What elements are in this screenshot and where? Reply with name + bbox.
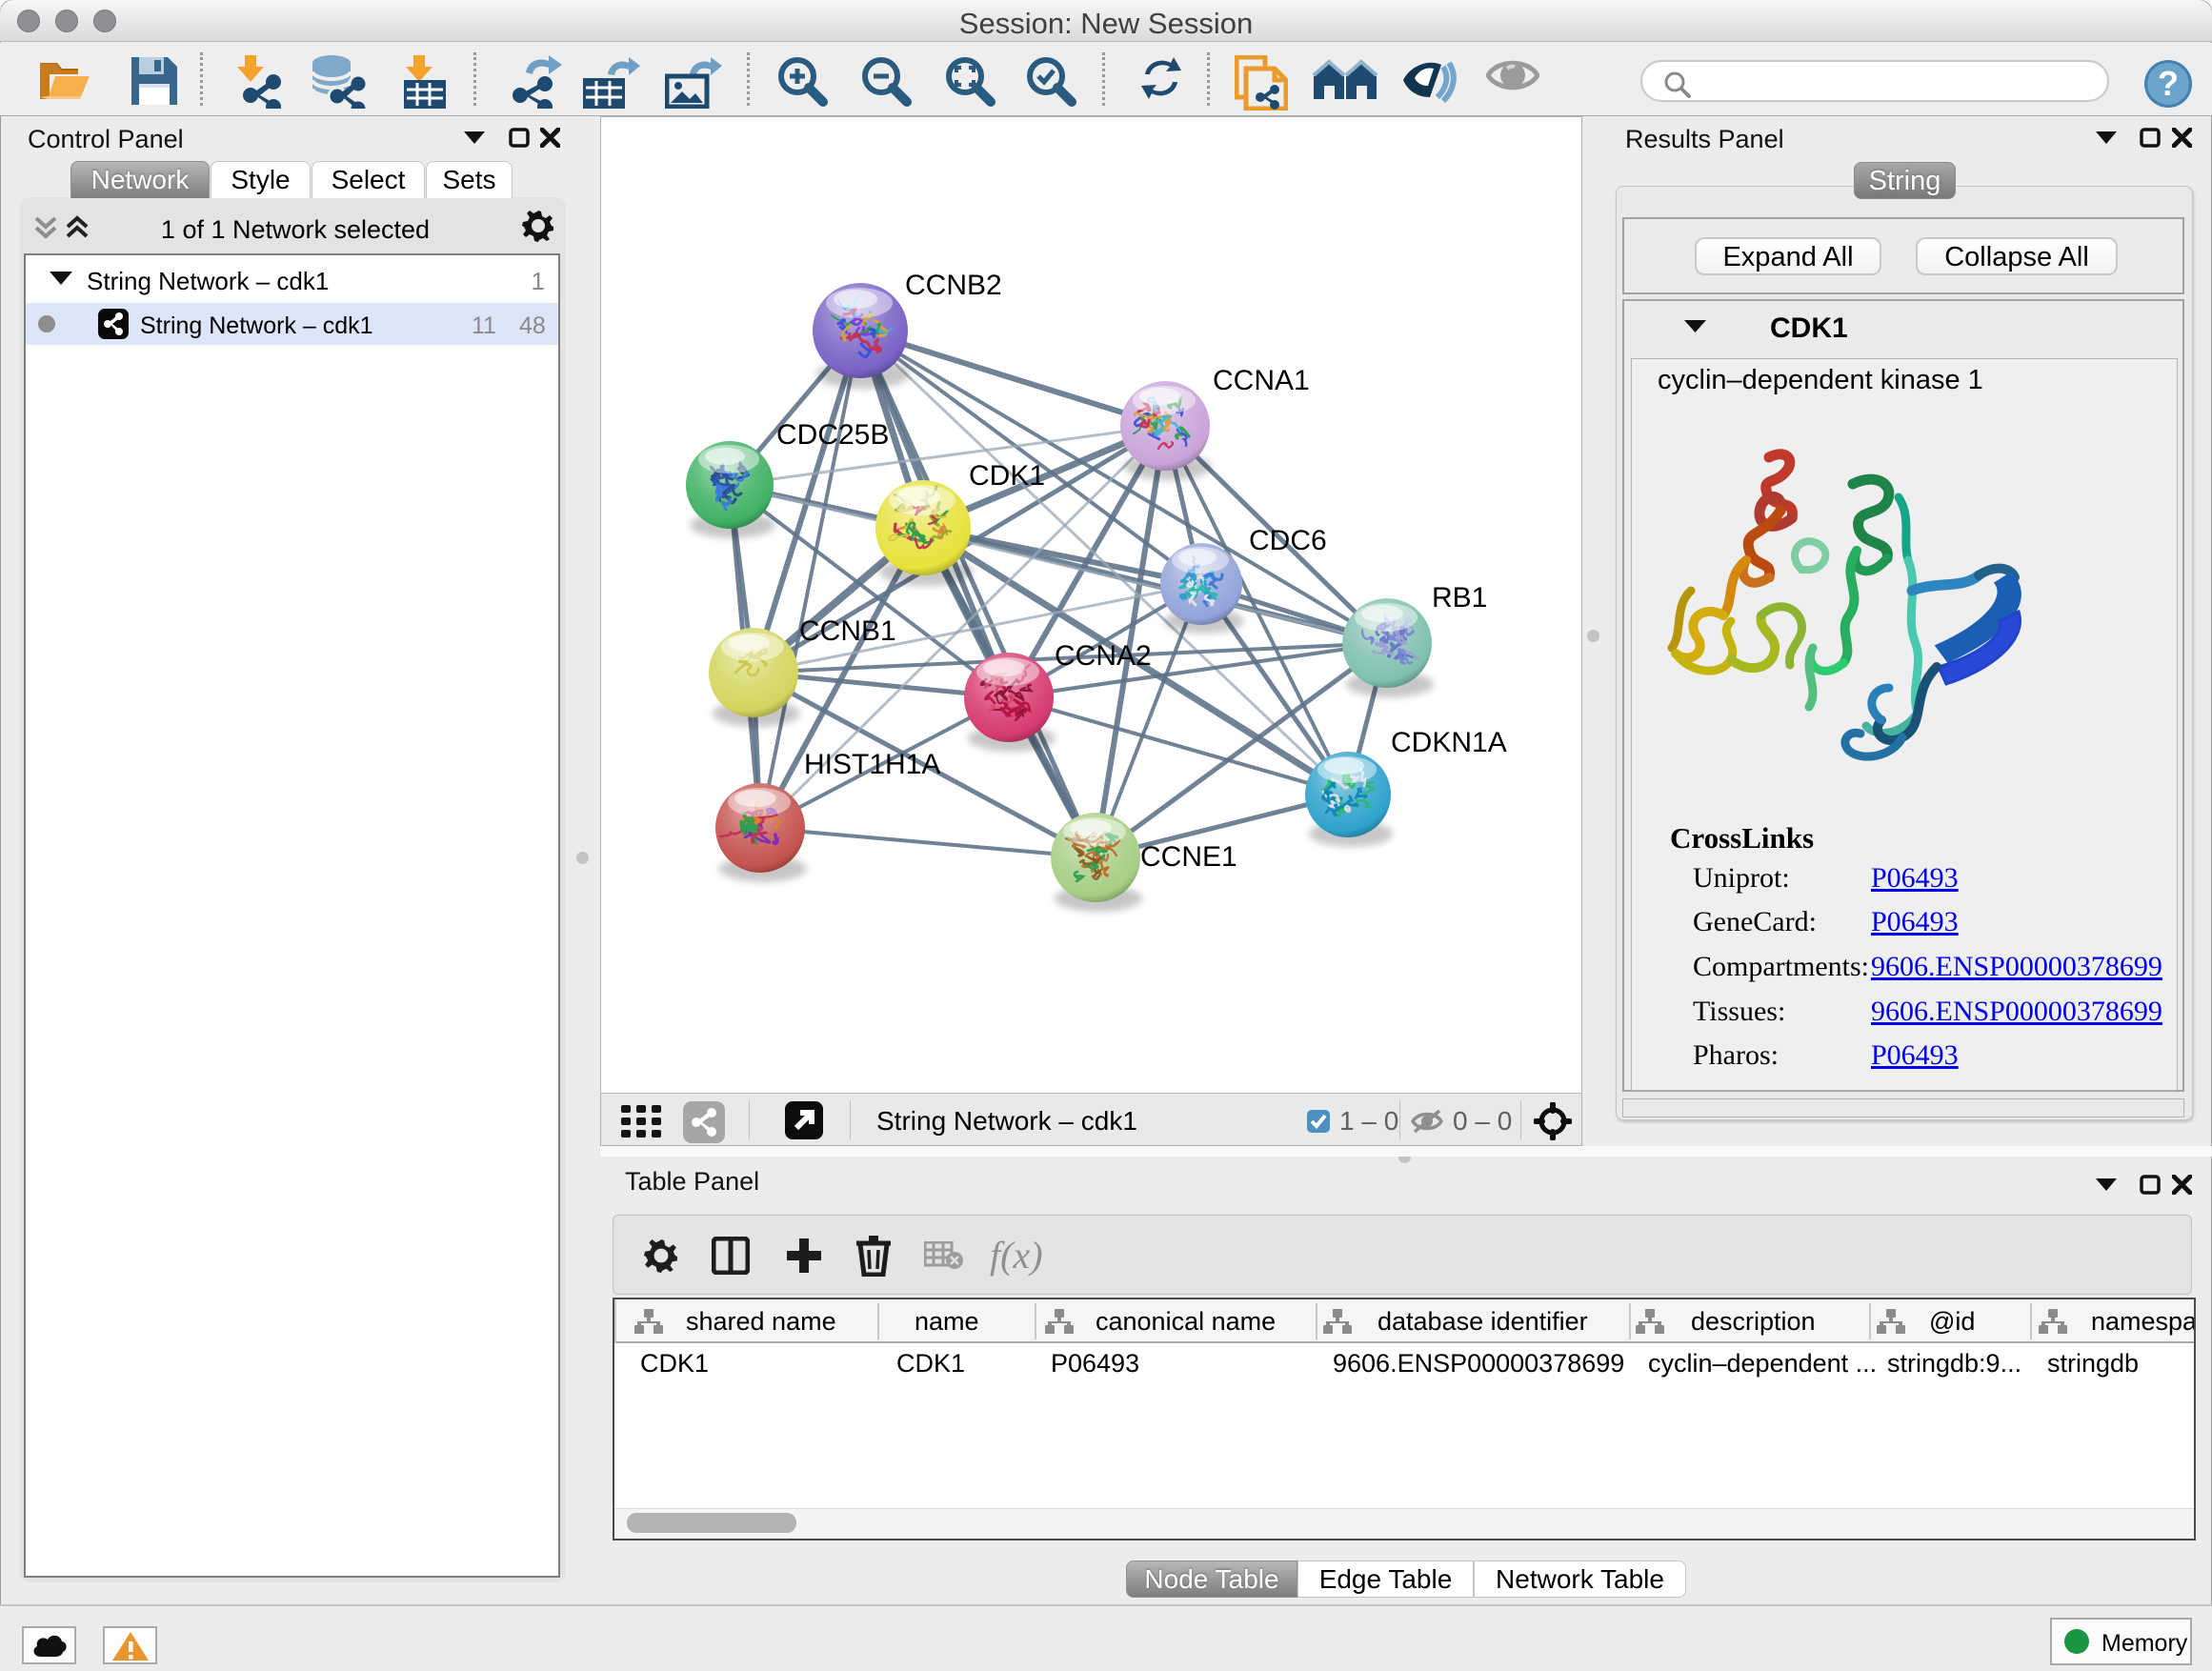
svg-text:CCNB1: CCNB1: [799, 615, 896, 647]
svg-text:HIST1H1A: HIST1H1A: [804, 749, 940, 780]
svg-text:CCNA2: CCNA2: [1055, 640, 1152, 672]
svg-text:RB1: RB1: [1432, 582, 1487, 614]
svg-text:?: ?: [2158, 64, 2179, 103]
svg-text:CDC6: CDC6: [1249, 525, 1327, 556]
svg-text:CCNB2: CCNB2: [905, 270, 1002, 301]
svg-text:CCNA1: CCNA1: [1213, 365, 1310, 396]
svg-text:CCNE1: CCNE1: [1140, 841, 1237, 873]
svg-text:CDK1: CDK1: [969, 460, 1045, 492]
svg-text:CDC25B: CDC25B: [776, 419, 889, 451]
svg-text:CDKN1A: CDKN1A: [1391, 727, 1507, 758]
